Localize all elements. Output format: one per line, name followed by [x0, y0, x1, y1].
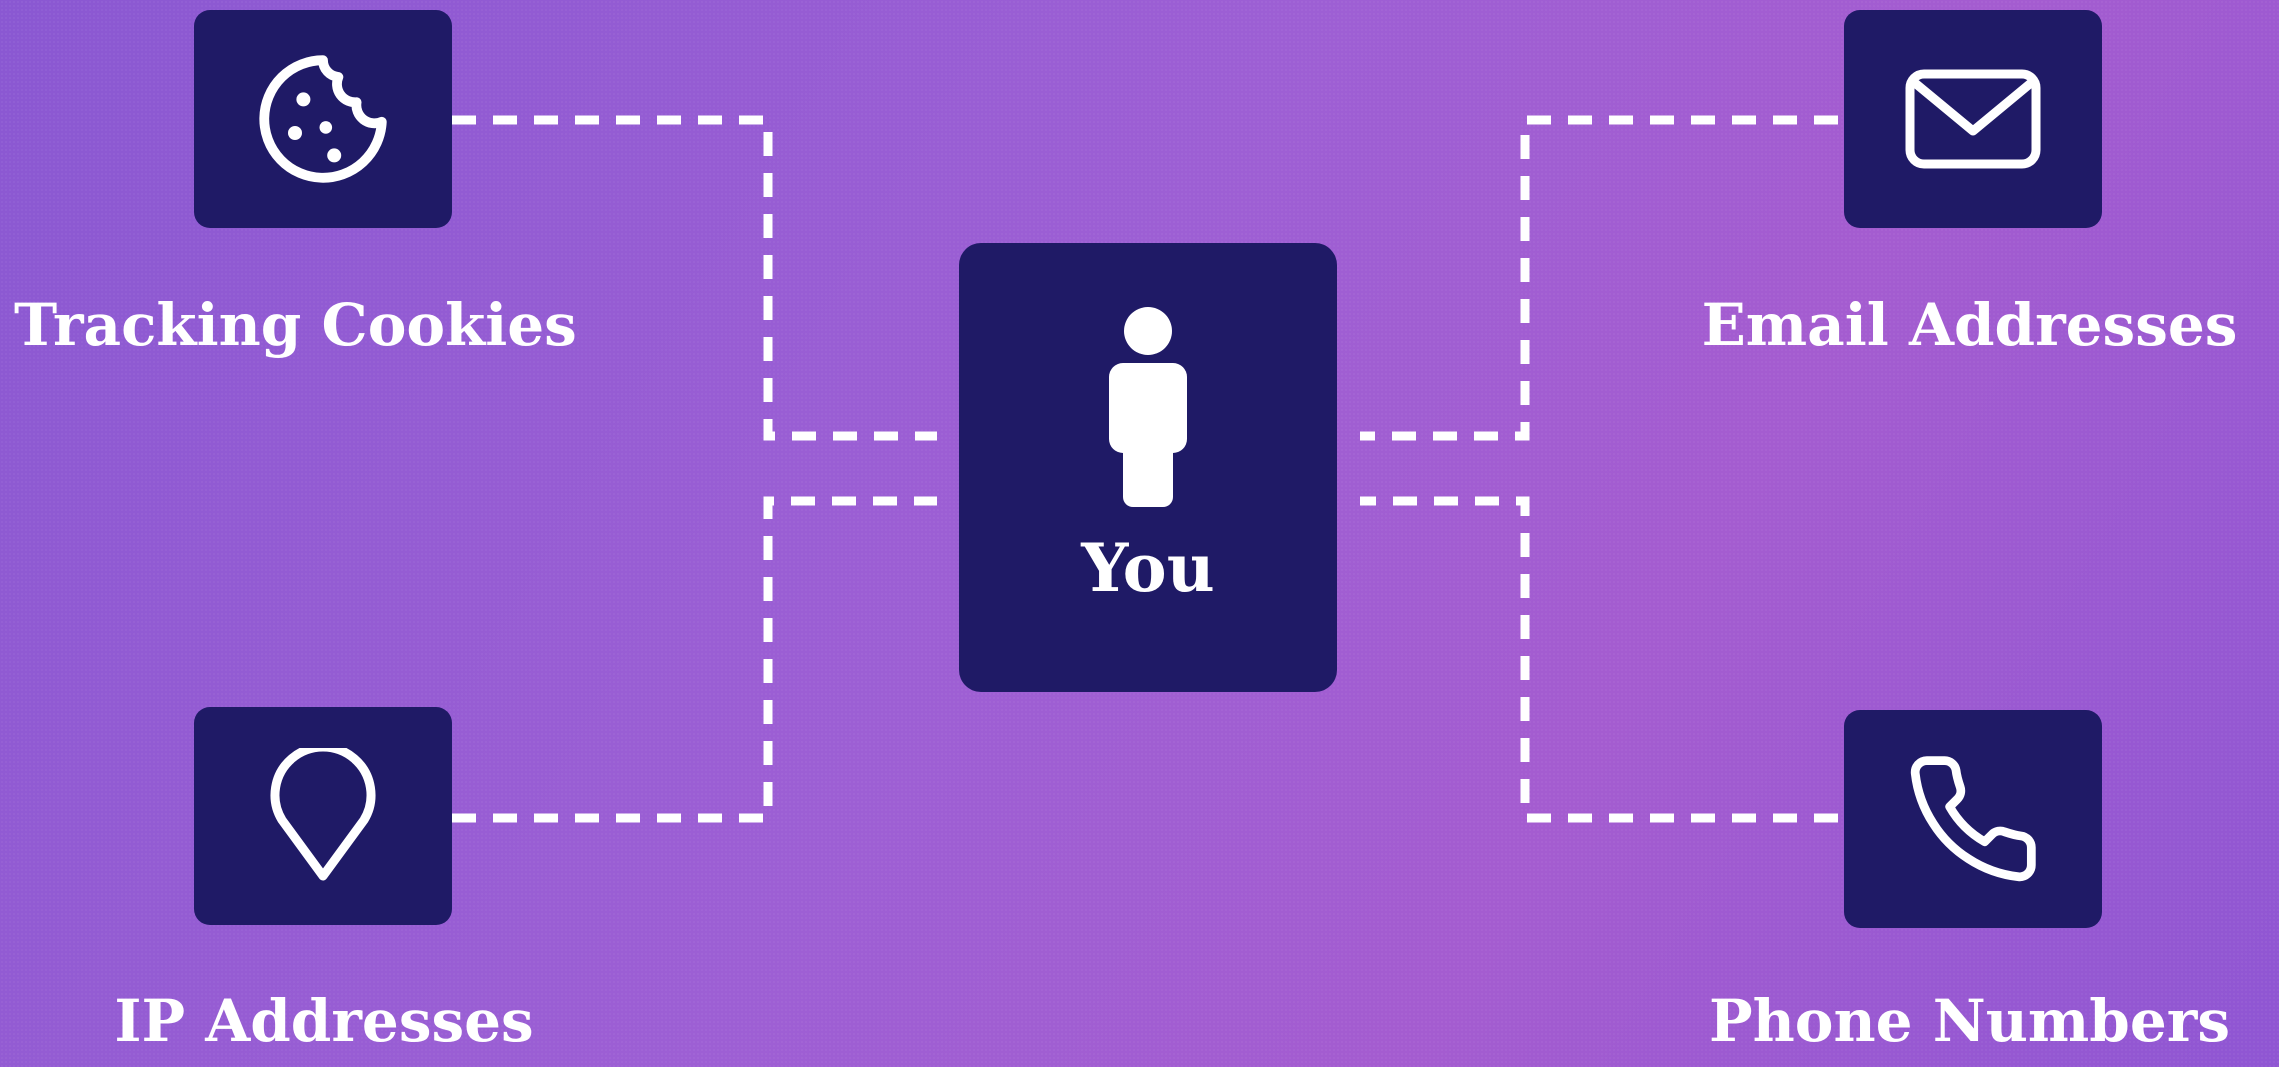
connector-email-addresses [1360, 115, 1838, 441]
email-addresses-label: Email Addresses [1701, 291, 2238, 359]
email-addresses-tile [1844, 10, 2102, 228]
tracking-cookies-tile [194, 10, 452, 228]
tracking-cookies-label: Tracking Cookies [14, 291, 577, 359]
connector-tracking-cookies [452, 115, 937, 441]
envelope-icon [1905, 69, 2041, 169]
ip-addresses-label: IP Addresses [114, 987, 534, 1055]
ip-addresses-tile [194, 707, 452, 925]
you-tile: You [959, 243, 1337, 692]
location-pin-icon [270, 748, 376, 881]
phone-icon [1910, 756, 2036, 882]
connector-phone-numbers [1360, 496, 1838, 823]
phone-numbers-tile [1844, 710, 2102, 928]
you-label: You [1081, 529, 1215, 607]
person-icon [1109, 307, 1187, 507]
cookie-icon [259, 55, 387, 183]
connector-ip-addresses [452, 496, 937, 823]
phone-numbers-label: Phone Numbers [1709, 987, 2230, 1055]
